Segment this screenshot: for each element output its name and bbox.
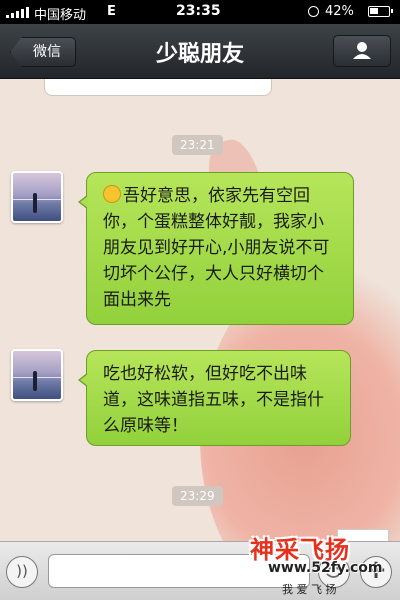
watermark-url: www.52fy.com [268,560,383,576]
chat-area[interactable]: 23:21 吾好意思，依家先有空回你，个蛋糕整体好靓，我家小朋友见到好开心,小朋… [0,79,400,541]
timestamp: 23:21 [172,135,223,155]
friend-avatar[interactable] [11,349,63,401]
voice-button[interactable]: )) [6,556,38,588]
message-text: 吾好意思，依家先有空回你，个蛋糕整体好靓，我家小朋友见到好开心,小朋友说不可切坏… [103,186,330,310]
network-type: E [107,4,116,19]
profile-button[interactable] [333,35,391,67]
nav-bar: 微信 少聪朋友 [0,24,400,79]
watermark-slogan: 我 爱 飞 扬 [282,583,337,596]
smile-emoji-icon [103,185,121,203]
previous-message-bubble[interactable] [44,79,272,96]
carrier-name: 中国移动 [34,8,87,23]
friend-avatar[interactable] [11,171,63,223]
message-bubble[interactable]: 吃也好松软，但好吃不出味道，这味道指五味，不是指什么原味等！ [78,350,351,446]
message-bubble[interactable]: 吾好意思，依家先有空回你，个蛋糕整体好靓，我家小朋友见到好开心,小朋友说不可切坏… [78,172,354,325]
battery-icon [368,6,393,17]
back-button[interactable]: 微信 [10,37,76,67]
timestamp: 23:29 [172,486,223,506]
person-icon [353,42,371,59]
status-time: 23:35 [176,3,221,19]
chat-title: 少聪朋友 [155,42,244,67]
speaker-icon: )) [16,562,28,580]
signal-icon [6,7,32,18]
clock-icon [308,6,319,17]
wechat-chat-screen: 中国移动 E 23:35 42% 微信 少聪朋友 23:21 吾好意思，依家先有… [0,0,400,600]
battery-percent: 42% [325,4,354,19]
status-bar: 中国移动 E 23:35 42% [0,0,400,24]
message-text: 吃也好松软，但好吃不出味道，这味道指五味，不是指什么原味等！ [103,364,324,436]
